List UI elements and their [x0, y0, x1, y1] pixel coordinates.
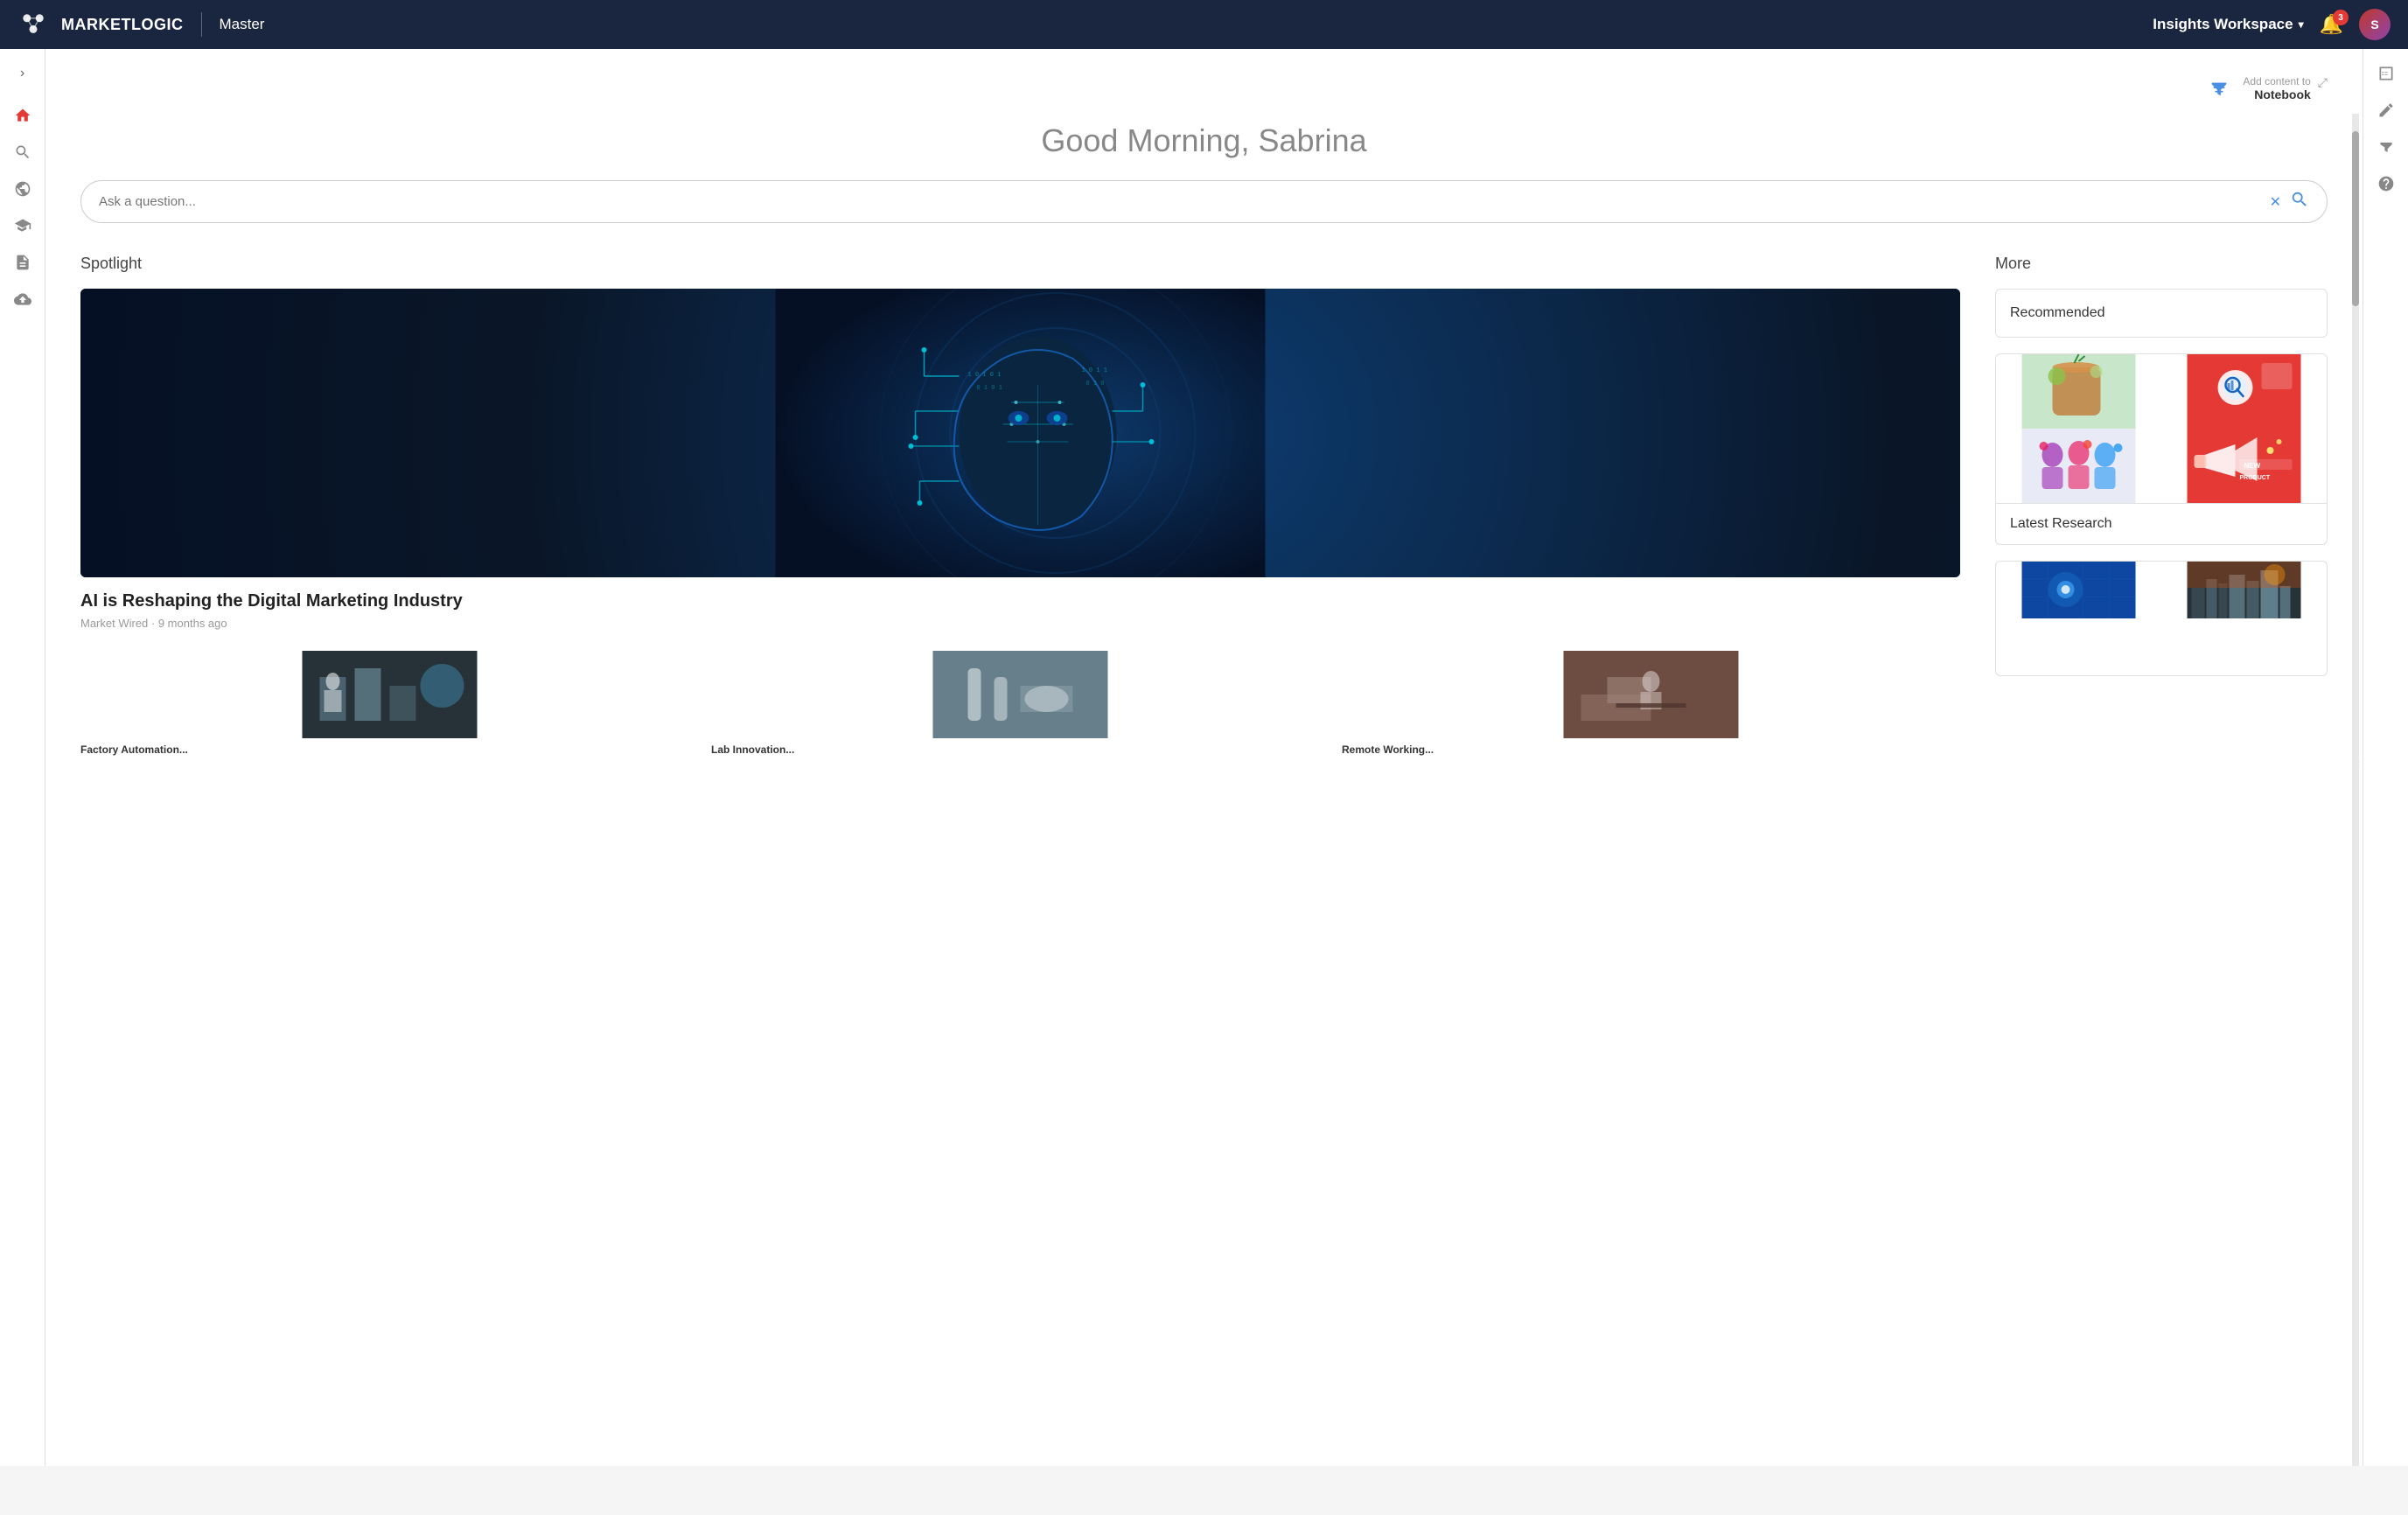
chevron-down-icon: ▾ [2299, 18, 2304, 31]
sidebar-item-search[interactable] [7, 136, 38, 168]
latest-research-images: NEW PRODUCT [1996, 354, 2327, 503]
recommended-card[interactable]: Recommended [1995, 289, 2328, 338]
third-card-images [1996, 562, 2327, 675]
card-img-research [2161, 354, 2327, 429]
card-img-social [1996, 429, 2161, 503]
thumbnail-title-2: Lab Innovation... [711, 744, 1330, 756]
app-body: › [0, 49, 2408, 1466]
search-clear-icon[interactable]: ✕ [2270, 193, 2281, 211]
svg-text:0 1 0 1: 0 1 0 1 [977, 385, 1002, 392]
avatar-initials: S [2370, 17, 2378, 31]
ai-illustration: 1 0 1 0 1 0 1 0 1 1 0 1 1 0 1 0 [80, 289, 1960, 577]
spotlight-image[interactable]: 1 0 1 0 1 0 1 0 1 1 0 1 1 0 1 0 [80, 289, 1960, 577]
thumbnail-image-3 [1342, 651, 1960, 738]
card-img-newprod: NEW PRODUCT [2161, 429, 2327, 503]
thumbnail-item-1[interactable]: Factory Automation... [80, 651, 699, 756]
card-img-drink [1996, 354, 2161, 429]
svg-text:PRODUCT: PRODUCT [2240, 475, 2271, 481]
avatar[interactable]: S [2359, 9, 2391, 40]
sidebar-item-globe[interactable] [7, 173, 38, 205]
expand-icon: ⤢ [2318, 75, 2328, 90]
card-img-tech [1996, 562, 2161, 618]
svg-text:0 1 0: 0 1 0 [1086, 380, 1105, 387]
sidebar-toggle[interactable]: › [7, 58, 38, 89]
thumbnail-item-2[interactable]: Lab Innovation... [711, 651, 1330, 756]
add-content-label: Add content to [2243, 75, 2310, 87]
topnav-left: MARKETLOGIC Master [17, 9, 264, 40]
sidebar-item-upload[interactable] [7, 283, 38, 315]
search-bar: ✕ [80, 180, 2328, 223]
notifications-button[interactable]: 🔔 3 [2320, 13, 2343, 36]
spotlight-title: Spotlight [80, 255, 1960, 273]
svg-text:1 0 1 1: 1 0 1 1 [1082, 367, 1107, 374]
latest-research-card[interactable]: NEW PRODUCT Latest Research [1995, 353, 2328, 545]
right-panel-table-icon[interactable] [2370, 58, 2402, 89]
svg-text:NEW: NEW [2244, 462, 2261, 470]
filter-button[interactable] [2209, 79, 2229, 98]
thumbnail-title-3: Remote Working... [1342, 744, 1960, 756]
right-panel-help-icon[interactable] [2370, 168, 2402, 199]
thumbnail-image-1 [80, 651, 699, 738]
two-cols-layout: Spotlight [80, 255, 2328, 756]
notebook-btn-text: Add content to Notebook [2243, 75, 2310, 101]
logo-text: MARKETLOGIC [61, 16, 184, 34]
spotlight-column: Spotlight [80, 255, 1960, 756]
topnav: MARKETLOGIC Master Insights Workspace ▾ … [0, 0, 2408, 49]
notebook-label: Notebook [2254, 87, 2311, 101]
master-label: Master [220, 16, 265, 33]
sidebar-item-learning[interactable] [7, 210, 38, 241]
workspace-button[interactable]: Insights Workspace ▾ [2153, 16, 2303, 33]
scroll-indicator [2352, 114, 2359, 1466]
thumbnail-row: Factory Automation... [80, 651, 1960, 756]
main-content: Add content to Notebook ⤢ Good Morning, … [45, 49, 2363, 1466]
workspace-label: Insights Workspace [2153, 16, 2293, 33]
thumbnail-item-3[interactable]: Remote Working... [1342, 651, 1960, 756]
more-title: More [1995, 255, 2328, 273]
thumbnail-title-1: Factory Automation... [80, 744, 699, 756]
recommended-label: Recommended [1996, 290, 2327, 337]
sidebar-item-documents[interactable] [7, 247, 38, 278]
greeting-text: Good Morning, Sabrina [80, 122, 2328, 159]
right-panel-filter-icon[interactable] [2370, 131, 2402, 163]
notification-badge: 3 [2333, 10, 2349, 25]
notebook-button[interactable]: Add content to Notebook ⤢ [2243, 75, 2328, 101]
spotlight-article-meta: Market Wired · 9 months ago [80, 617, 1960, 630]
sidebar: › [0, 49, 45, 1466]
sub-header: Add content to Notebook ⤢ [80, 75, 2328, 108]
right-panel: ‹ [2363, 49, 2408, 1466]
sidebar-item-home[interactable] [7, 100, 38, 131]
third-card[interactable] [1995, 561, 2328, 676]
svg-text:1 0 1 0 1: 1 0 1 0 1 [968, 372, 1002, 379]
spotlight-article-title[interactable]: AI is Reshaping the Digital Marketing In… [80, 591, 1960, 611]
scroll-thumb[interactable] [2352, 131, 2359, 306]
right-panel-edit-icon[interactable] [2370, 94, 2402, 126]
search-submit-icon[interactable] [2290, 190, 2309, 213]
thumbnail-image-2 [711, 651, 1330, 738]
search-input[interactable] [99, 194, 2270, 209]
card-img-city [2161, 562, 2327, 618]
logo-divider [201, 12, 202, 37]
logo-icon [17, 9, 49, 40]
topnav-right: Insights Workspace ▾ 🔔 3 S [2153, 9, 2391, 40]
more-column: More Recommended [1995, 255, 2328, 756]
latest-research-label: Latest Research [1996, 503, 2327, 544]
